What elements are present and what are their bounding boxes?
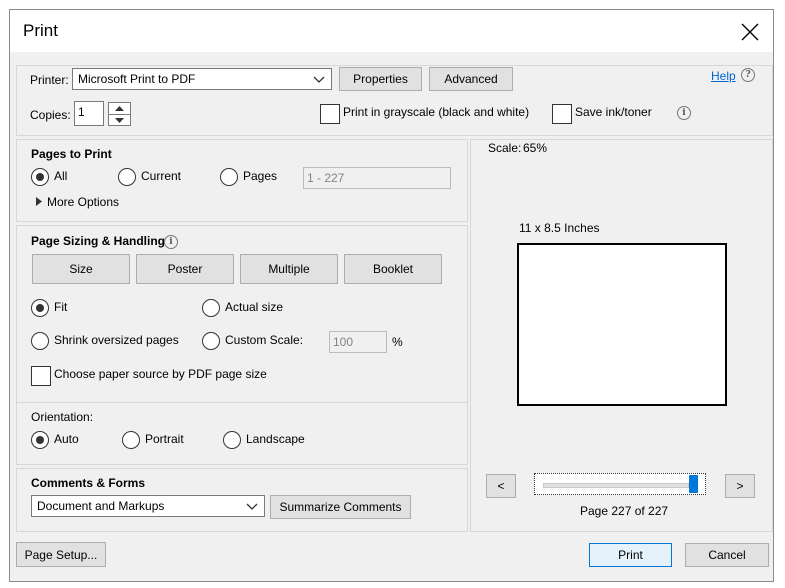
tab-size[interactable]: Size <box>32 254 130 284</box>
page-setup-button[interactable]: Page Setup... <box>16 542 106 567</box>
page-size-label: 11 x 8.5 Inches <box>519 221 600 235</box>
print-button-label: Print <box>618 548 643 562</box>
orientation-landscape-radio[interactable] <box>223 431 241 449</box>
tab-size-label: Size <box>69 262 93 276</box>
printer-select-value: Microsoft Print to PDF <box>78 72 196 86</box>
advanced-button[interactable]: Advanced <box>429 67 513 91</box>
dialog-title: Print <box>23 21 58 40</box>
page-slider[interactable] <box>534 473 706 495</box>
advanced-button-label: Advanced <box>444 72 498 86</box>
orientation-portrait-label: Portrait <box>145 432 184 446</box>
paper-source-checkbox[interactable] <box>31 366 51 386</box>
pages-all-radio[interactable] <box>31 168 49 186</box>
print-dialog: Print Printer: Microsoft Print to PDF Pr… <box>9 9 774 582</box>
properties-button-label: Properties <box>353 72 408 86</box>
orientation-auto-label: Auto <box>54 432 79 446</box>
tab-multiple-label: Multiple <box>268 262 310 276</box>
pages-current-label: Current <box>141 169 182 183</box>
scale-value: 65% <box>523 141 548 155</box>
fit-label: Fit <box>54 300 68 314</box>
grayscale-checkbox[interactable] <box>320 104 340 124</box>
paper-source-label: Choose paper source by PDF page size <box>54 367 267 381</box>
more-options-label[interactable]: More Options <box>47 195 119 209</box>
save-ink-label: Save ink/toner <box>575 105 652 119</box>
properties-button[interactable]: Properties <box>339 67 422 91</box>
save-ink-checkbox[interactable] <box>552 104 572 124</box>
scale-label: Scale: <box>488 141 522 155</box>
stepper-down-icon[interactable] <box>114 117 125 124</box>
comments-heading: Comments & Forms <box>31 476 146 490</box>
help-link[interactable]: Help <box>711 69 736 83</box>
slider-thumb[interactable] <box>689 475 698 493</box>
pages-all-label: All <box>54 169 68 183</box>
slider-track-line <box>543 483 689 488</box>
next-page-button[interactable]: > <box>725 474 755 498</box>
custom-scale-radio[interactable] <box>202 332 220 350</box>
expand-triangle-icon[interactable] <box>35 197 43 206</box>
tab-poster[interactable]: Poster <box>136 254 234 284</box>
cancel-button[interactable]: Cancel <box>685 543 769 567</box>
chevron-down-icon <box>240 496 264 516</box>
tab-booklet[interactable]: Booklet <box>344 254 442 284</box>
previous-page-button[interactable]: < <box>486 474 516 498</box>
info-icon[interactable]: i <box>677 106 691 120</box>
close-icon[interactable] <box>736 18 764 46</box>
grayscale-label: Print in grayscale (black and white) <box>343 105 530 119</box>
copies-label: Copies: <box>30 108 71 122</box>
page-indicator: Page 227 of 227 <box>580 504 669 518</box>
previous-page-label: < <box>497 479 505 493</box>
page-preview <box>517 243 727 406</box>
copies-stepper[interactable] <box>108 102 131 126</box>
tab-poster-label: Poster <box>167 262 203 276</box>
help-question-icon[interactable]: ? <box>741 68 755 82</box>
actual-size-label: Actual size <box>225 300 284 314</box>
pages-range-input[interactable]: 1 - 227 <box>303 167 451 189</box>
orientation-heading: Orientation: <box>31 410 94 424</box>
tab-multiple[interactable]: Multiple <box>240 254 338 284</box>
copies-value: 1 <box>78 105 85 119</box>
orientation-landscape-label: Landscape <box>246 432 305 446</box>
copies-input[interactable]: 1 <box>74 101 104 126</box>
title-bar: Print <box>10 10 773 52</box>
shrink-oversized-radio[interactable] <box>31 332 49 350</box>
cancel-button-label: Cancel <box>708 548 746 562</box>
chevron-down-icon <box>307 69 331 89</box>
summarize-comments-label: Summarize Comments <box>279 500 402 514</box>
stepper-up-icon[interactable] <box>114 105 125 112</box>
shrink-oversized-label: Shrink oversized pages <box>54 333 179 347</box>
page-setup-label: Page Setup... <box>24 547 98 562</box>
page-sizing-heading: Page Sizing & Handling <box>31 234 166 248</box>
actual-size-radio[interactable] <box>202 299 220 317</box>
print-button[interactable]: Print <box>589 543 672 567</box>
fit-radio[interactable] <box>31 299 49 317</box>
pages-current-radio[interactable] <box>118 168 136 186</box>
pages-to-print-heading: Pages to Print <box>31 147 112 161</box>
comments-select[interactable]: Document and Markups <box>31 495 265 517</box>
orientation-portrait-radio[interactable] <box>122 431 140 449</box>
orientation-auto-radio[interactable] <box>31 431 49 449</box>
printer-label: Printer: <box>30 73 69 87</box>
next-page-label: > <box>736 479 744 493</box>
info-icon[interactable]: i <box>164 235 178 249</box>
custom-scale-input[interactable]: 100 <box>329 331 387 353</box>
summarize-comments-button[interactable]: Summarize Comments <box>270 495 411 519</box>
custom-scale-value: 100 <box>333 335 354 349</box>
pages-range-radio[interactable] <box>220 168 238 186</box>
tab-booklet-label: Booklet <box>372 262 414 276</box>
comments-select-value: Document and Markups <box>37 499 165 513</box>
custom-scale-label: Custom Scale: <box>225 333 304 347</box>
printer-select[interactable]: Microsoft Print to PDF <box>72 68 332 90</box>
percent-label: % <box>392 335 403 349</box>
pages-range-label: Pages <box>243 169 278 183</box>
pages-range-value: 1 - 227 <box>307 171 345 185</box>
